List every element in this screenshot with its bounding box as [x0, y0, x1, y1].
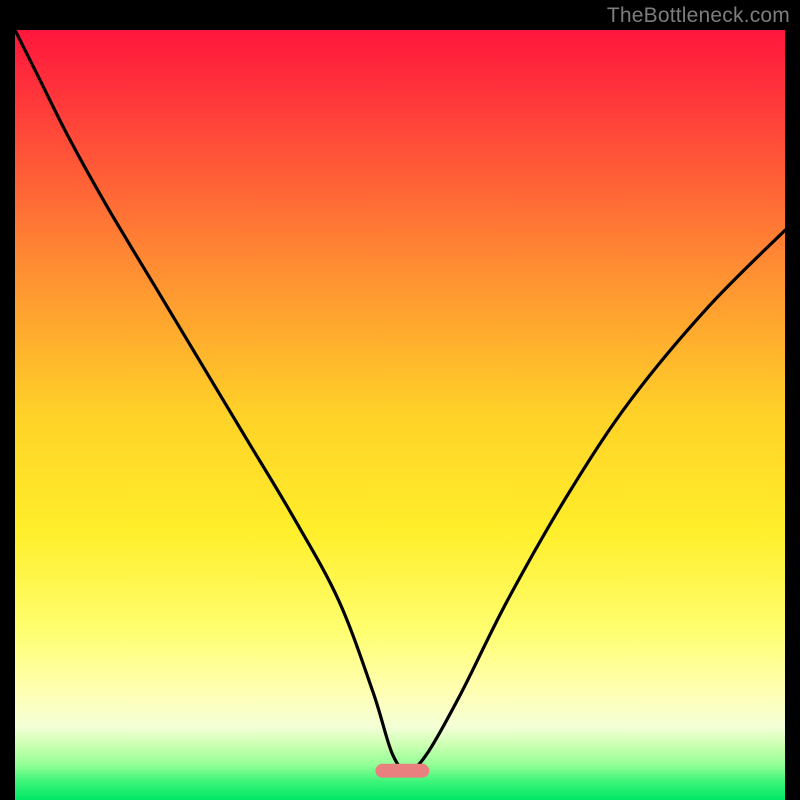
chart-svg — [15, 30, 785, 800]
chart-frame — [15, 30, 785, 800]
gradient-background — [15, 30, 785, 800]
watermark-text: TheBottleneck.com — [607, 4, 790, 28]
optimal-marker — [375, 764, 429, 778]
